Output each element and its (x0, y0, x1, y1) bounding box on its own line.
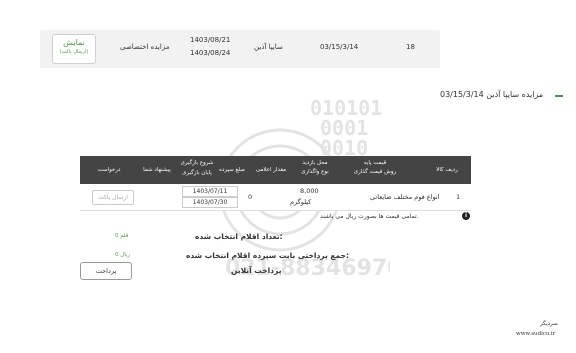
auction-list-row (40, 30, 440, 68)
selected-count-number: 0 (115, 233, 119, 239)
col-row-item: ردیف کالا (436, 167, 458, 173)
deposit-total-value: 0 ریال (115, 252, 130, 258)
col-base-price: قیمت پایه (363, 160, 387, 166)
col-deposit: مبلغ سپرده (219, 167, 245, 173)
table-row: 1 انواع فوم مختلف ضایعاتی 8,000 کیلوگرم … (80, 184, 471, 211)
deposit-total-number: 0 (115, 252, 119, 258)
auction-type: مزایده اختصاصی (120, 43, 170, 51)
company-name: سایپا آذین (254, 43, 283, 51)
pay-button[interactable]: پرداخت (80, 262, 132, 280)
info-icon: i (462, 212, 470, 220)
col-visit-end: پایان بازگیری (182, 170, 212, 176)
row-index: 1 (456, 193, 461, 201)
send-envelope-button[interactable]: ارسال پاکت (92, 190, 134, 205)
selected-count-label: تعداد اقلام انتخاب شده: (195, 232, 283, 241)
col-your-offer: پیشنهاد شما (143, 167, 171, 173)
item-name: انواع فوم مختلف ضایعاتی (370, 193, 440, 201)
deposit-total-unit: ریال (120, 252, 131, 258)
col-visit-start: شروع بازگیری (180, 160, 214, 166)
selected-count-unit: قلم (120, 233, 129, 239)
item-deposit: 0 (248, 193, 253, 201)
online-payment-label: پرداخت آنلاین (231, 266, 282, 275)
end-date: 1403/08/24 (190, 49, 231, 57)
row-end-date: 1403/07/30 (182, 197, 238, 208)
item-unit: کیلوگرم (290, 198, 312, 206)
row-number: 18 (406, 43, 415, 51)
col-announced-qty: مقدار اعلامی (255, 167, 287, 173)
start-date: 1403/08/21 (190, 36, 231, 44)
footer-source: سردیگر (540, 321, 558, 327)
show-button[interactable]: نمایش (ارسال پاکت) (52, 34, 96, 64)
show-button-sublabel: (ارسال پاکت) (59, 49, 89, 55)
auction-title: مزایده سایپا آذین 03/15/3/14 (440, 90, 544, 99)
show-button-label: نمایش (63, 38, 85, 47)
col-pricing-method: روش قیمت گذاری (353, 169, 397, 175)
footer-website: www.sudico.ir (516, 331, 556, 337)
col-visit-place: محل بازدید (302, 160, 328, 166)
row-start-date: 1403/07/11 (182, 186, 238, 197)
col-request: درخواست (97, 167, 121, 173)
col-delivery-type: نوع واگذاری (301, 169, 329, 175)
heading-dash (555, 95, 563, 97)
item-quantity: 8,000 (300, 187, 319, 195)
currency-notice: تمامی قیمت ها بصورت ریال می باشند. (320, 213, 419, 220)
items-table-header: ردیف کالا قیمت پایه روش قیمت گذاری محل ب… (80, 156, 471, 184)
auction-code: 03/15/3/14 (320, 43, 359, 51)
selected-count-value: 0 قلم (115, 233, 128, 239)
deposit-total-label: جمع پرداختی بابت سپرده اقلام انتخاب شده: (186, 251, 349, 260)
